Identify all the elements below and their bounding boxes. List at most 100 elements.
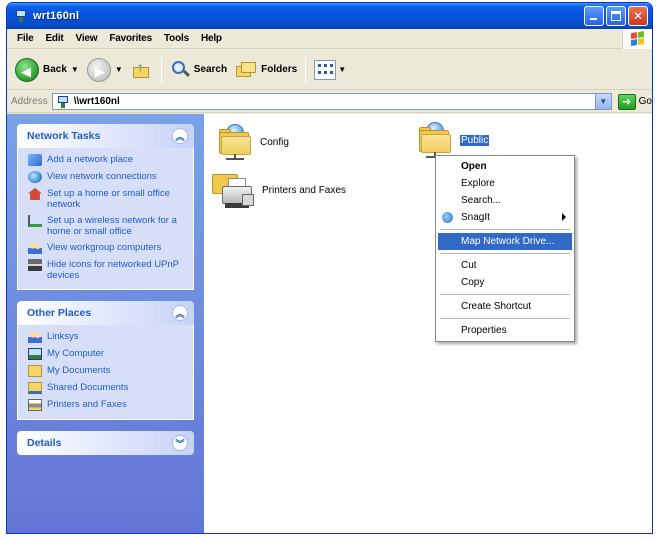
menu-view[interactable]: View bbox=[70, 33, 104, 44]
other-places-header[interactable]: Other Places ︽ bbox=[17, 301, 194, 325]
task-setup-wireless-network[interactable]: Set up a wireless network for a home or … bbox=[28, 215, 185, 237]
minimize-button[interactable] bbox=[584, 6, 604, 26]
place-shared-documents[interactable]: Shared Documents bbox=[28, 382, 185, 394]
workgroup-icon bbox=[28, 331, 42, 343]
my-documents-icon bbox=[28, 365, 42, 377]
other-places-title: Other Places bbox=[27, 307, 92, 319]
menu-edit[interactable]: Edit bbox=[39, 33, 69, 44]
menu-favorites[interactable]: Favorites bbox=[103, 33, 158, 44]
close-button[interactable]: ✕ bbox=[628, 6, 648, 26]
toolbar-separator bbox=[160, 56, 162, 83]
ctx-create-shortcut[interactable]: Create Shortcut bbox=[436, 298, 574, 315]
back-arrow-icon: ◀ bbox=[15, 57, 39, 82]
folder-up-icon: ↑ bbox=[131, 59, 153, 81]
expand-icon[interactable]: ︾ bbox=[172, 435, 188, 451]
task-add-network-place[interactable]: Add a network place bbox=[28, 154, 185, 166]
search-label: Search bbox=[193, 64, 228, 75]
workgroup-icon bbox=[28, 242, 42, 254]
ctx-explore[interactable]: Explore bbox=[436, 175, 574, 192]
menu-file[interactable]: File bbox=[11, 33, 39, 44]
forward-arrow-icon: ▶ bbox=[86, 57, 111, 82]
views-dropdown-icon: ▼ bbox=[338, 65, 347, 74]
search-icon bbox=[170, 60, 190, 80]
place-my-computer[interactable]: My Computer bbox=[28, 348, 185, 360]
go-button[interactable]: ➜ Go bbox=[617, 93, 652, 110]
explorer-window: wrt160nl ✕ File Edit View Favorites Tool… bbox=[6, 2, 653, 534]
share-label: Printers and Faxes bbox=[262, 184, 346, 196]
other-places-list: Linksys My Computer My Documents Shared … bbox=[17, 325, 194, 420]
details-header[interactable]: Details ︾ bbox=[17, 431, 194, 455]
folders-icon bbox=[235, 61, 257, 79]
maximize-button[interactable] bbox=[606, 6, 626, 26]
network-share-icon bbox=[216, 124, 254, 160]
forward-button[interactable]: ▶ ▼ bbox=[83, 55, 127, 85]
share-public[interactable]: Public bbox=[416, 122, 490, 158]
ctx-cut[interactable]: Cut bbox=[436, 257, 574, 274]
share-label-selected: Public bbox=[460, 134, 490, 146]
network-connections-icon bbox=[28, 171, 42, 183]
collapse-icon[interactable]: ︽ bbox=[172, 305, 188, 321]
ctx-copy[interactable]: Copy bbox=[436, 274, 574, 291]
search-button[interactable]: Search bbox=[166, 55, 231, 85]
up-button[interactable]: ↑ bbox=[127, 55, 157, 85]
share-printers-and-faxes[interactable]: Printers and Faxes bbox=[212, 170, 346, 210]
network-share-icon bbox=[416, 122, 454, 158]
task-view-network-connections[interactable]: View network connections bbox=[28, 171, 185, 183]
place-printers-and-faxes[interactable]: Printers and Faxes bbox=[28, 399, 185, 411]
window-title: wrt160nl bbox=[33, 10, 80, 22]
ctx-open[interactable]: Open bbox=[436, 158, 574, 175]
menu-separator bbox=[440, 294, 570, 295]
ctx-properties[interactable]: Properties bbox=[436, 322, 574, 339]
ctx-search[interactable]: Search... bbox=[436, 192, 574, 209]
share-label: Config bbox=[260, 136, 289, 148]
snagit-icon bbox=[442, 212, 453, 223]
network-place-icon bbox=[28, 154, 42, 166]
forward-dropdown-icon[interactable]: ▼ bbox=[115, 65, 123, 74]
windows-logo bbox=[622, 29, 652, 49]
back-button[interactable]: ◀ Back ▼ bbox=[11, 55, 83, 85]
task-setup-home-network[interactable]: Set up a home or small office network bbox=[28, 188, 185, 210]
address-dropdown-icon[interactable]: ▼ bbox=[594, 94, 611, 109]
go-arrow-icon: ➜ bbox=[617, 93, 636, 110]
menu-tools[interactable]: Tools bbox=[158, 33, 195, 44]
network-tasks-title: Network Tasks bbox=[27, 130, 101, 142]
menu-separator bbox=[440, 229, 570, 230]
content-pane: Config Printers and Faxes Public bbox=[204, 114, 652, 533]
address-label: Address bbox=[11, 96, 48, 107]
views-button[interactable]: ▼ bbox=[310, 55, 350, 85]
title-bar[interactable]: wrt160nl ✕ bbox=[7, 3, 652, 29]
network-tasks-header[interactable]: Network Tasks ︽ bbox=[17, 124, 194, 148]
menu-help[interactable]: Help bbox=[195, 33, 228, 44]
printer-folder-icon bbox=[212, 170, 256, 210]
details-title: Details bbox=[27, 437, 62, 449]
network-computer-icon bbox=[56, 95, 70, 108]
folders-label: Folders bbox=[261, 64, 298, 75]
place-linksys[interactable]: Linksys bbox=[28, 331, 185, 343]
submenu-arrow-icon bbox=[562, 213, 566, 221]
shared-documents-icon bbox=[28, 382, 42, 394]
address-value: \\wrt160nl bbox=[73, 96, 120, 107]
upnp-device-icon bbox=[28, 259, 42, 271]
collapse-icon[interactable]: ︽ bbox=[172, 128, 188, 144]
task-hide-upnp-icons[interactable]: Hide icons for networked UPnP devices bbox=[28, 259, 185, 281]
place-my-documents[interactable]: My Documents bbox=[28, 365, 185, 377]
folders-button[interactable]: Folders bbox=[231, 55, 301, 85]
window-controls: ✕ bbox=[584, 6, 648, 26]
back-label: Back bbox=[43, 64, 67, 75]
close-icon: ✕ bbox=[632, 9, 644, 23]
menu-separator bbox=[440, 253, 570, 254]
network-tasks-panel: Network Tasks ︽ Add a network place View… bbox=[17, 124, 194, 290]
ctx-map-network-drive[interactable]: Map Network Drive... bbox=[438, 233, 572, 250]
task-pane: Network Tasks ︽ Add a network place View… bbox=[7, 114, 204, 533]
ctx-snagit[interactable]: SnagIt bbox=[436, 209, 574, 226]
share-config[interactable]: Config bbox=[216, 124, 289, 160]
back-dropdown-icon[interactable]: ▼ bbox=[71, 65, 79, 74]
menu-separator bbox=[440, 318, 570, 319]
go-label: Go bbox=[638, 96, 652, 107]
minimize-icon bbox=[590, 18, 597, 20]
address-input[interactable]: \\wrt160nl ▼ bbox=[51, 93, 612, 110]
task-view-workgroup-computers[interactable]: View workgroup computers bbox=[28, 242, 185, 254]
home-network-icon bbox=[28, 188, 42, 200]
network-tasks-list: Add a network place View network connect… bbox=[17, 148, 194, 290]
menu-bar: File Edit View Favorites Tools Help bbox=[7, 29, 652, 49]
